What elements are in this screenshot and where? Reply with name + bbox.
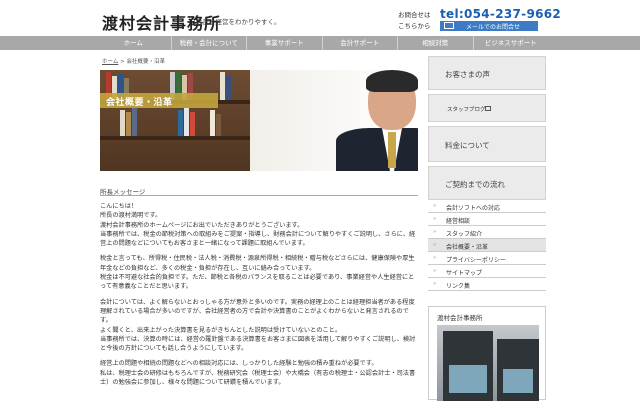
sidebar-contract-flow[interactable]: ご契約までの流れ [428, 166, 546, 200]
message-paragraph: 会計については、よく解らないとおっしゃる方が意外と多いのです。実務の経理上のこと… [100, 298, 416, 353]
breadcrumb-separator: > [120, 59, 125, 65]
book [190, 112, 195, 136]
sidebar-menu-label: スタッフ紹介 [446, 231, 483, 238]
sidebar-office-title: 渡村会計事務所 [437, 314, 483, 322]
breadcrumb-home[interactable]: ホーム [102, 59, 118, 65]
sidebar-box-label: ご契約までの流れ [445, 180, 505, 189]
main-nav: ホーム 税務・会計について 事業サポート 会計サポート 相続対策 ビジネスサポー… [96, 36, 548, 50]
portrait-photo [250, 70, 418, 171]
arrow-icon: » [433, 229, 437, 235]
nav-bar-left [0, 36, 96, 50]
portrait-suit [336, 128, 418, 171]
sidebar-staff-blog-label: スタッフブログ [447, 107, 486, 113]
book [120, 110, 125, 136]
nav-item-tax-accounting[interactable]: 税務・会計について [172, 36, 247, 50]
contact-label: お問合せは こちらから [398, 10, 431, 32]
phone-number[interactable]: tel:054-237-9662 [440, 7, 561, 21]
message-paragraph: 経営上の問題や相続の問題などへの相談対応には、しっかりした経験と勉強の積み重ねが… [100, 360, 416, 387]
hero-image: 会社概要・沿革 [100, 70, 418, 171]
sidebar-pricing[interactable]: 料金について [428, 126, 546, 162]
book [210, 110, 215, 136]
message-body: こんにちは！ 所長の渡村満明です。 渡村会計事務所のホームページにお出でいただき… [100, 202, 418, 393]
portrait-tie [388, 132, 396, 168]
sidebar-menu-company[interactable]: » 会社概要・沿革 [428, 239, 546, 252]
nav-item-inheritance[interactable]: 相続対策 [398, 36, 474, 50]
breadcrumb: ホーム > 会社概要・沿革 [102, 57, 165, 65]
sidebar-menu-label: プライバシーポリシー [446, 257, 506, 264]
nav-bar-right [548, 36, 640, 50]
message-paragraph: 税金と言っても、所得税・住民税・法人税・消費税・源泉所得税・相続税・贈与税などさ… [100, 255, 415, 291]
bookshelf-image [100, 70, 250, 171]
building-window [449, 365, 487, 393]
book [184, 108, 189, 136]
book [126, 112, 131, 136]
sidebar-customer-voice[interactable]: お客さまの声 [428, 56, 546, 90]
logo-tagline: 会計と経営をわかりやすく。 [196, 18, 281, 26]
sidebar-staff-blog[interactable]: スタッフブログ [428, 94, 546, 122]
mail-icon [444, 22, 454, 29]
nav-item-home[interactable]: ホーム [96, 36, 172, 50]
arrow-icon: » [433, 203, 437, 209]
sidebar-office-box: 渡村会計事務所 [428, 306, 546, 401]
book [132, 108, 137, 136]
sidebar-menu-privacy[interactable]: » プライバシーポリシー [428, 252, 546, 265]
arrow-icon: » [433, 281, 437, 287]
nav-item-biz-support[interactable]: ビジネスサポート [474, 36, 549, 50]
sidebar-menu-software[interactable]: » 会計ソフトへの対応 [428, 200, 546, 213]
nav-item-business-support[interactable]: 事業サポート [247, 36, 323, 50]
office-building-photo [437, 325, 539, 401]
sidebar-box-label: お客さまの声 [445, 70, 490, 79]
book [178, 110, 183, 136]
mail-contact-label: メールでのお問合せ [466, 24, 521, 31]
hero-title-banner: 会社概要・沿革 [100, 93, 218, 108]
sidebar-box-label: 料金について [445, 141, 490, 150]
mail-contact-button[interactable]: メールでのお問合せ [440, 21, 538, 31]
hero-title: 会社概要・沿革 [106, 98, 173, 108]
sidebar-menu-label: サイトマップ [446, 270, 483, 277]
message-paragraph: こんにちは！ 所長の渡村満明です。 渡村会計事務所のホームページにお出でいただき… [100, 203, 416, 248]
shelf-board [100, 136, 250, 140]
sidebar-menu-label: リンク集 [446, 283, 471, 290]
contact-label-line2: こちらから [398, 22, 431, 30]
arrow-icon: » [433, 255, 437, 261]
sidebar-menu-staff[interactable]: » スタッフ紹介 [428, 226, 546, 239]
sidebar-menu-sitemap[interactable]: » サイトマップ [428, 265, 546, 278]
sidebar-menu-links[interactable]: » リンク集 [428, 278, 546, 291]
section-divider [100, 195, 418, 196]
arrow-icon: » [433, 242, 437, 248]
arrow-icon: » [433, 216, 437, 222]
breadcrumb-current: 会社概要・沿革 [126, 59, 165, 65]
book [220, 72, 225, 100]
header: 渡村会計事務所 会計と経営をわかりやすく。 お問合せは こちらから tel:05… [0, 0, 640, 36]
nav-item-accounting-support[interactable]: 会計サポート [323, 36, 398, 50]
sidebar-menu-label: 経営相談 [446, 218, 471, 225]
sidebar-menu-consulting[interactable]: » 経営相談 [428, 213, 546, 226]
book [226, 76, 231, 100]
portrait-hair [366, 70, 418, 92]
book [216, 114, 221, 136]
arrow-icon: » [433, 268, 437, 274]
external-link-icon [485, 106, 491, 111]
building-window [503, 369, 533, 393]
sidebar-menu-label: 会社概要・沿革 [446, 244, 489, 251]
contact-label-line1: お問合せは [398, 11, 431, 19]
sidebar-menu-label: 会計ソフトへの対応 [446, 205, 501, 212]
